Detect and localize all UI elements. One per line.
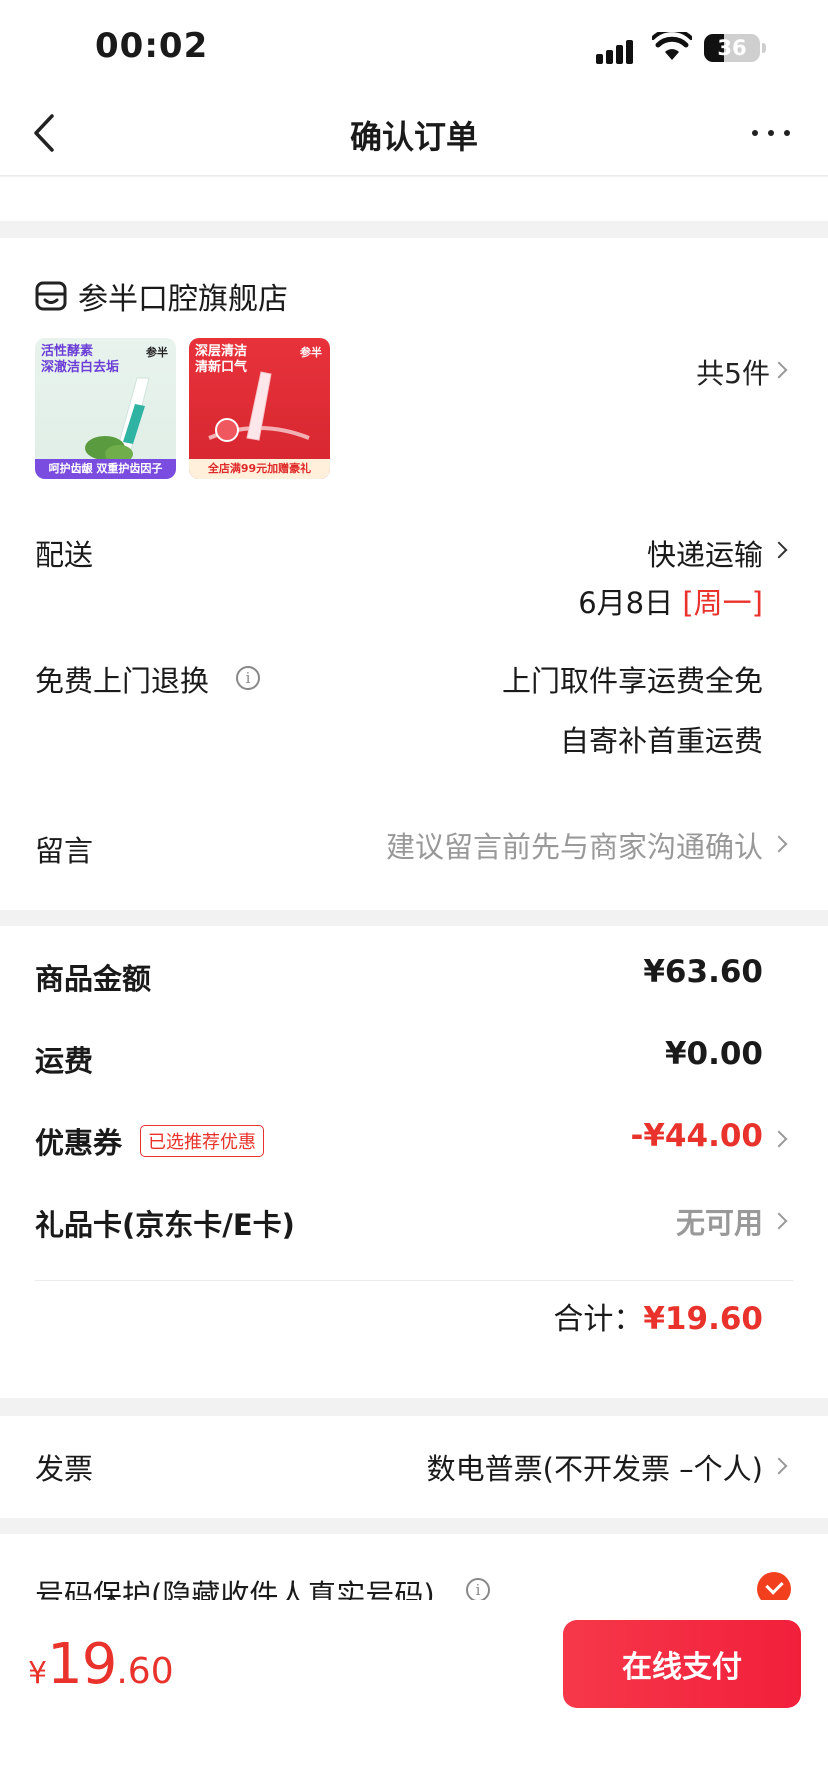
signal-icon xyxy=(596,36,640,64)
bottom-price: ¥ 19 .60 xyxy=(28,1632,174,1697)
currency-symbol: ¥ xyxy=(28,1656,48,1691)
invoice-card[interactable]: 发票 数电普票(不开发票 –个人) xyxy=(0,1416,828,1518)
return-line1: 上门取件享运费全免 xyxy=(501,664,763,698)
invoice-value[interactable]: 数电普票(不开发票 –个人) xyxy=(427,1446,763,1488)
chevron-right-icon xyxy=(770,361,788,379)
total-value: ¥19.60 xyxy=(643,1301,763,1337)
delivery-date-row: 6月8日 [周一] xyxy=(578,580,763,622)
return-line2: 自寄补首重运费 xyxy=(559,724,763,758)
product-thumbnail[interactable]: 活性酵素 深澈洁白去垢 参半 呵护齿龈 双重护齿因子 xyxy=(35,338,176,479)
thumb-brand: 参半 xyxy=(300,346,322,359)
store-icon xyxy=(35,281,67,311)
address-strip xyxy=(0,177,828,221)
divider xyxy=(35,1280,793,1281)
chevron-right-icon xyxy=(770,1212,788,1230)
shipping-label: 运费 xyxy=(35,1044,94,1078)
message-input[interactable]: 建议留言前先与商家沟通确认 xyxy=(386,824,763,866)
store-name: 参半口腔旗舰店 xyxy=(78,282,288,317)
total-label: 合计： xyxy=(553,1302,644,1337)
battery-icon: 36 xyxy=(704,34,760,62)
nav-bar: 确认订单 xyxy=(0,90,828,176)
delivery-weekday: [周一] xyxy=(682,586,763,620)
giftcard-label: 礼品卡(京东卡/E卡) xyxy=(35,1208,295,1242)
goods-amount-value: ¥63.60 xyxy=(643,954,763,990)
info-icon[interactable]: i xyxy=(236,666,260,690)
thumb-tagline: 呵护齿龈 双重护齿因子 xyxy=(35,459,176,479)
info-icon[interactable]: i xyxy=(466,1578,490,1602)
total-row: 合计： ¥19.60 xyxy=(553,1294,763,1338)
price-integer: 19 xyxy=(47,1632,117,1697)
thumb-brand: 参半 xyxy=(146,346,168,359)
bottom-bar: ¥ 19 .60 在线支付 xyxy=(0,1600,828,1792)
toothpaste-image xyxy=(85,377,150,463)
order-card: 参半口腔旗舰店 活性酵素 深澈洁白去垢 参半 呵护齿龈 双重护齿因子 深层清洁 … xyxy=(0,238,828,910)
delivery-method[interactable]: 快递运输 xyxy=(647,532,763,574)
coupon-badge: 已选推荐优惠 xyxy=(140,1125,264,1157)
coupon-value[interactable]: -¥44.00 xyxy=(631,1118,764,1154)
free-return-label: 免费上门退换 xyxy=(35,664,210,698)
goods-amount-label: 商品金额 xyxy=(35,962,152,996)
item-count[interactable]: 共5件 xyxy=(696,352,770,392)
status-time: 00:02 xyxy=(95,26,209,66)
delivery-date: 6月8日 xyxy=(578,586,674,620)
giftcard-value[interactable]: 无可用 xyxy=(676,1200,763,1242)
message-label: 留言 xyxy=(35,834,94,868)
store-header[interactable]: 参半口腔旗舰店 xyxy=(34,274,288,318)
thumb-tagline: 全店满99元加赠豪礼 xyxy=(189,459,330,479)
thumb-title: 活性酵素 深澈洁白去垢 xyxy=(41,344,120,375)
chevron-right-icon xyxy=(770,1130,788,1148)
coupon-label: 优惠券 xyxy=(35,1126,123,1160)
battery-tip xyxy=(762,43,766,53)
invoice-label: 发票 xyxy=(35,1452,94,1486)
more-icon[interactable] xyxy=(752,128,792,140)
shipping-value: ¥0.00 xyxy=(664,1036,763,1072)
page-title: 确认订单 xyxy=(349,118,478,156)
pay-button[interactable]: 在线支付 xyxy=(563,1620,801,1708)
toothpaste-image xyxy=(208,371,310,442)
price-summary-card: 商品金额 ¥63.60 运费 ¥0.00 优惠券 已选推荐优惠 -¥44.00 … xyxy=(0,926,828,1398)
wifi-icon xyxy=(652,32,692,60)
delivery-label: 配送 xyxy=(35,538,94,572)
product-thumbnail[interactable]: 深层清洁 清新口气 参半 全店满99元加赠豪礼 xyxy=(189,338,330,479)
price-decimal: .60 xyxy=(116,1651,174,1692)
battery-level: 36 xyxy=(717,36,747,60)
chevron-right-icon xyxy=(770,541,788,559)
chevron-right-icon xyxy=(770,1457,788,1475)
chevron-right-icon xyxy=(770,835,788,853)
status-bar: 00:02 36 xyxy=(0,0,828,90)
